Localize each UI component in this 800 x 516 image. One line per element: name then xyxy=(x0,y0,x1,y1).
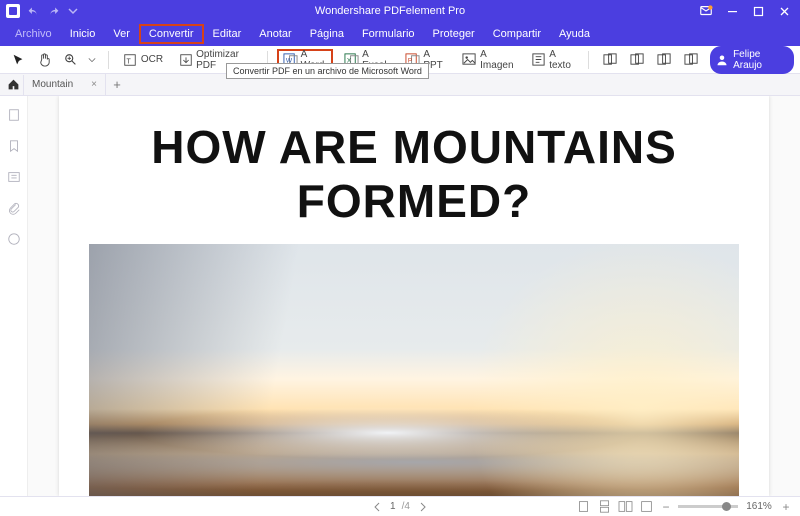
hand-tool[interactable] xyxy=(32,49,57,71)
pager: 1 /4 xyxy=(369,499,431,514)
thumbnails-icon[interactable] xyxy=(7,108,21,125)
menu-editar[interactable]: Editar xyxy=(204,24,251,44)
view-fullscreen-icon[interactable] xyxy=(639,499,654,514)
view-single-icon[interactable] xyxy=(576,499,591,514)
menu-pagina[interactable]: Página xyxy=(301,24,353,44)
page-total: /4 xyxy=(402,501,410,512)
redo-icon[interactable] xyxy=(46,4,60,18)
app-title: Wondershare PDFelement Pro xyxy=(86,5,694,17)
minimize-button[interactable] xyxy=(720,2,744,20)
batch-1-button[interactable] xyxy=(598,49,623,71)
zoom-level[interactable]: 161% xyxy=(744,501,774,512)
optimize-icon xyxy=(179,52,193,67)
batch-4-button[interactable] xyxy=(679,49,704,71)
zoom-tool[interactable] xyxy=(59,49,83,71)
menu-formulario[interactable]: Formulario xyxy=(353,24,424,44)
to-image-label: A Imagen xyxy=(480,49,515,71)
batch-3-button[interactable] xyxy=(652,49,677,71)
add-tab-button[interactable]: + xyxy=(106,77,128,92)
left-sidebar xyxy=(0,96,28,496)
main-area: HOW ARE MOUNTAINS FORMED? xyxy=(0,96,800,496)
prev-page-icon[interactable] xyxy=(369,499,384,514)
user-chip[interactable]: Felipe Araujo xyxy=(710,46,794,74)
tool-dropdown-icon[interactable] xyxy=(85,53,99,67)
zoom-in-button[interactable]: + xyxy=(780,500,792,514)
title-bar: Wondershare PDFelement Pro xyxy=(0,0,800,22)
batch-2-button[interactable] xyxy=(625,49,650,71)
comments-icon[interactable] xyxy=(7,232,21,249)
zoom-slider[interactable] xyxy=(678,505,738,508)
home-tab[interactable] xyxy=(4,75,24,95)
view-continuous-icon[interactable] xyxy=(597,499,612,514)
titlebar-left-icons xyxy=(0,4,86,18)
page: HOW ARE MOUNTAINS FORMED? xyxy=(59,96,769,496)
attachments-icon[interactable] xyxy=(7,201,21,218)
dropdown-icon[interactable] xyxy=(66,4,80,18)
ocr-label: OCR xyxy=(141,54,163,65)
separator xyxy=(108,51,109,69)
menu-proteger[interactable]: Proteger xyxy=(424,24,484,44)
menu-anotar[interactable]: Anotar xyxy=(250,24,300,44)
ocr-button[interactable]: T OCR xyxy=(118,49,168,71)
svg-text:T: T xyxy=(127,58,132,65)
to-text-button[interactable]: A texto xyxy=(526,49,579,71)
user-icon xyxy=(716,53,728,67)
next-page-icon[interactable] xyxy=(416,499,431,514)
zoom-out-button[interactable]: − xyxy=(660,500,672,514)
menu-ver[interactable]: Ver xyxy=(104,24,139,44)
maximize-button[interactable] xyxy=(746,2,770,20)
view-two-icon[interactable] xyxy=(618,499,633,514)
image-icon xyxy=(462,52,477,67)
menu-compartir[interactable]: Compartir xyxy=(484,24,550,44)
status-bar: 1 /4 − 161% + xyxy=(0,496,800,516)
menu-convertir[interactable]: Convertir xyxy=(139,24,204,44)
bookmarks-icon[interactable] xyxy=(7,139,21,156)
menu-inicio[interactable]: Inicio xyxy=(61,24,105,44)
page-current[interactable]: 1 xyxy=(390,501,396,512)
menu-bar: Archivo Inicio Ver Convertir Editar Anot… xyxy=(0,22,800,46)
separator xyxy=(588,51,589,69)
mountain-photo xyxy=(89,244,739,496)
menu-archivo[interactable]: Archivo xyxy=(6,24,61,44)
user-name: Felipe Araujo xyxy=(733,49,784,71)
undo-icon[interactable] xyxy=(26,4,40,18)
doc-tab-label: Mountain xyxy=(32,79,73,90)
select-tool[interactable] xyxy=(6,49,30,71)
notify-icon[interactable] xyxy=(694,2,718,20)
doc-tab[interactable]: Mountain × xyxy=(24,74,106,96)
to-image-button[interactable]: A Imagen xyxy=(457,49,520,71)
tab-close-icon[interactable]: × xyxy=(91,79,97,90)
text-icon xyxy=(531,52,546,67)
menu-ayuda[interactable]: Ayuda xyxy=(550,24,599,44)
ocr-icon: T xyxy=(123,52,138,67)
search-panel-icon[interactable] xyxy=(7,170,21,187)
to-text-label: A texto xyxy=(549,49,574,71)
close-button[interactable] xyxy=(772,2,796,20)
window-buttons xyxy=(694,2,800,20)
tooltip: Convertir PDF en un archivo de Microsoft… xyxy=(226,63,429,79)
page-heading: HOW ARE MOUNTAINS FORMED? xyxy=(89,120,739,228)
app-icon xyxy=(6,4,20,18)
document-view[interactable]: HOW ARE MOUNTAINS FORMED? xyxy=(28,96,800,496)
